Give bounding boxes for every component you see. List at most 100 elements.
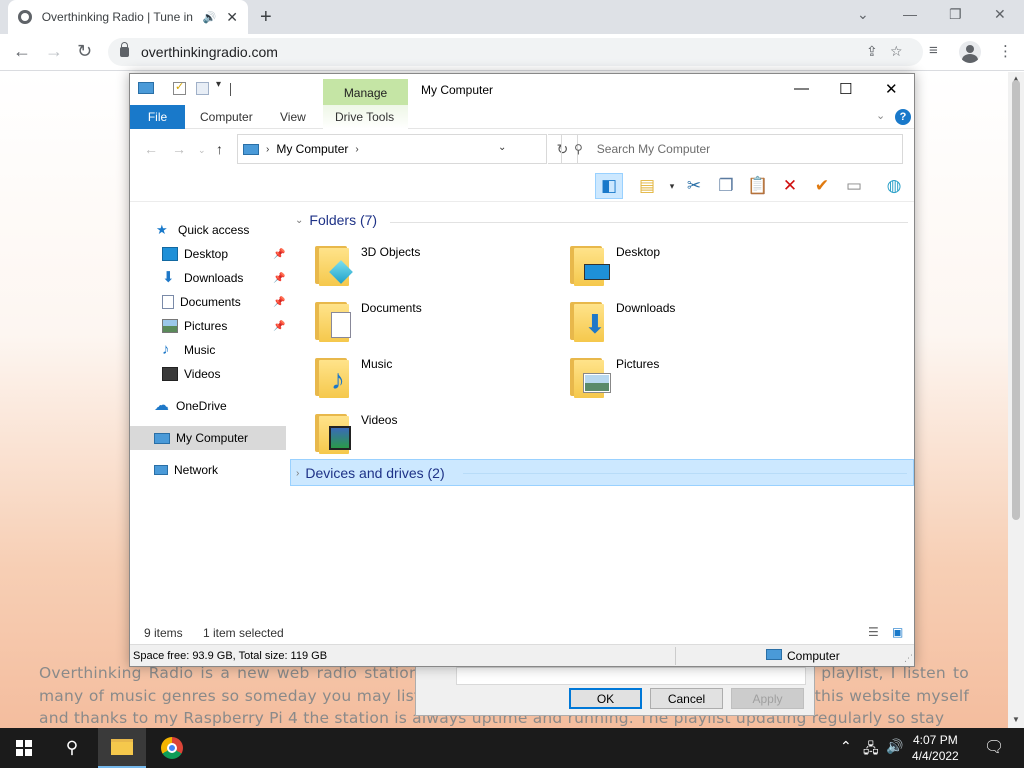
breadcrumb-my-computer[interactable]: My Computer — [276, 142, 348, 156]
restore-button[interactable]: ❐ — [949, 6, 962, 23]
delete-icon[interactable]: ✕ — [776, 173, 804, 199]
search-taskbar-icon[interactable]: ⚲ — [48, 728, 96, 768]
browser-tab[interactable]: Overthinking Radio | Tune in 🔊 ✕ — [8, 0, 248, 34]
profile-avatar[interactable] — [959, 41, 981, 63]
tab-search-icon[interactable]: ⌄ — [857, 6, 869, 23]
chrome-icon — [161, 737, 183, 759]
address-dropdown-icon[interactable]: ⌄ — [498, 142, 506, 153]
nav-desktop[interactable]: Desktop 📌 — [130, 242, 286, 266]
location-label: Computer — [787, 649, 840, 663]
nav-quick-access[interactable]: ★ Quick access — [130, 218, 286, 242]
folder-icon — [111, 739, 133, 755]
nav-label: OneDrive — [176, 399, 227, 413]
media-control-icon[interactable]: ≡ — [929, 42, 938, 59]
tab-drive-tools[interactable]: Drive Tools — [323, 105, 408, 129]
help-icon[interactable]: ? — [895, 109, 911, 125]
up-icon[interactable]: ↑ — [216, 141, 223, 157]
folder-downloads[interactable]: ⬇ Downloads — [570, 298, 820, 348]
nav-music[interactable]: ♪ Music — [130, 338, 286, 362]
cancel-button[interactable]: Cancel — [650, 688, 723, 709]
folder-pictures[interactable]: Pictures — [570, 354, 820, 404]
explorer-forward-icon[interactable]: → — [172, 141, 186, 157]
new-tab-button[interactable]: + — [260, 6, 272, 29]
explorer-minimize-button[interactable]: — — [794, 80, 809, 97]
folders-group-header[interactable]: ⌄ Folders (7) — [295, 212, 377, 228]
tab-close-icon[interactable]: ✕ — [226, 9, 238, 26]
menu-kebab-icon[interactable]: ⋮ — [998, 42, 1013, 60]
folder-videos[interactable]: Videos — [315, 410, 565, 460]
pin-icon[interactable]: 📌 — [273, 273, 285, 284]
nav-network[interactable]: Network — [130, 458, 286, 482]
explorer-maximize-button[interactable]: ☐ — [839, 80, 852, 98]
qat-dropdown-icon[interactable]: ▾ — [216, 79, 221, 90]
minimize-button[interactable]: — — [903, 6, 917, 22]
breadcrumb-chevron-icon[interactable]: › — [355, 144, 358, 155]
copy-icon[interactable]: ❐ — [712, 173, 740, 199]
show-hidden-icons-icon[interactable]: ⌃ — [840, 738, 852, 755]
explorer-back-icon[interactable]: ← — [144, 141, 158, 157]
windows-logo-icon — [16, 740, 32, 756]
details-view-icon[interactable]: ☰ — [868, 625, 879, 639]
nav-documents[interactable]: Documents 📌 — [130, 290, 286, 314]
new-item-icon[interactable]: ▤ — [633, 173, 661, 199]
qat-separator — [230, 83, 231, 96]
cut-icon[interactable]: ✂ — [680, 173, 708, 199]
folder-desktop[interactable]: Desktop — [570, 242, 820, 292]
address-bar[interactable]: overthinkingradio.com — [108, 38, 923, 66]
reload-icon[interactable]: ↻ — [77, 41, 92, 62]
close-window-button[interactable]: ✕ — [994, 6, 1006, 23]
music-note-icon: ♪ — [162, 341, 170, 358]
large-icons-view-icon[interactable]: ▣ — [892, 625, 903, 639]
volume-icon[interactable]: 🔊 — [886, 738, 903, 755]
nav-downloads[interactable]: ⬇ Downloads 📌 — [130, 266, 286, 290]
speaker-icon[interactable]: 🔊 — [203, 11, 217, 24]
apply-button[interactable]: Apply — [731, 688, 804, 709]
nav-my-computer[interactable]: My Computer — [130, 426, 286, 450]
tab-computer[interactable]: Computer — [200, 105, 253, 129]
expand-ribbon-icon[interactable]: ⌄ — [876, 109, 885, 122]
resize-grip-icon[interactable]: ⋰ — [904, 653, 913, 664]
forward-icon[interactable]: → — [45, 41, 63, 62]
manage-tab[interactable]: Manage — [323, 79, 408, 106]
chrome-taskbar-button[interactable] — [148, 728, 196, 768]
preview-pane-icon[interactable]: ◧ — [595, 173, 623, 199]
explorer-address-box[interactable]: › My Computer › ⌄ — [237, 134, 547, 164]
recent-locations-icon[interactable]: ⌄ — [198, 145, 206, 156]
back-icon[interactable]: ← — [13, 41, 31, 62]
share-icon[interactable]: ⇪ — [866, 43, 878, 60]
properties-icon[interactable] — [173, 80, 186, 95]
page-scrollbar[interactable]: ▲ ▼ — [1008, 72, 1024, 728]
folder-documents[interactable]: Documents — [315, 298, 565, 348]
scroll-down-icon[interactable]: ▼ — [1012, 715, 1020, 724]
network-tray-icon[interactable]: 🖧 — [863, 738, 879, 762]
start-button[interactable] — [0, 728, 48, 768]
new-folder-icon[interactable] — [196, 82, 209, 95]
nav-videos[interactable]: Videos — [130, 362, 286, 386]
nav-pictures[interactable]: Pictures 📌 — [130, 314, 286, 338]
cloud-icon: ☁ — [154, 397, 169, 414]
tab-file[interactable]: File — [130, 105, 185, 129]
pin-icon[interactable]: 📌 — [273, 249, 285, 260]
explorer-close-button[interactable]: ✕ — [885, 80, 898, 98]
rename-check-icon[interactable]: ✔ — [808, 173, 836, 199]
breadcrumb-separator-icon[interactable]: › — [266, 144, 269, 155]
folder-music[interactable]: ♪ Music — [315, 354, 565, 404]
properties-card-icon[interactable]: ▭ — [840, 173, 868, 199]
paste-icon[interactable]: 📋 — [744, 173, 772, 199]
search-input[interactable]: ⚲ Search My Computer — [561, 134, 903, 164]
scroll-thumb[interactable] — [1012, 80, 1020, 520]
ok-button[interactable]: OK — [569, 688, 642, 709]
nav-onedrive[interactable]: ☁ OneDrive — [130, 394, 286, 418]
bookmark-star-icon[interactable]: ☆ — [890, 43, 903, 60]
pin-icon[interactable]: 📌 — [273, 297, 285, 308]
folder-3d-objects[interactable]: 3D Objects — [315, 242, 565, 292]
pin-icon[interactable]: 📌 — [273, 321, 285, 332]
file-explorer-taskbar-button[interactable] — [98, 728, 146, 768]
chevron-right-icon[interactable]: › — [296, 468, 299, 479]
clock[interactable]: 4:07 PM 4/4/2022 — [912, 732, 959, 764]
notifications-icon[interactable]: 🗨 — [984, 737, 1004, 757]
devices-group-header[interactable]: › Devices and drives (2) — [290, 459, 914, 486]
chevron-down-icon[interactable]: ⌄ — [295, 215, 303, 226]
network-globe-icon[interactable]: ◍ — [880, 173, 908, 199]
tab-view[interactable]: View — [280, 105, 306, 129]
